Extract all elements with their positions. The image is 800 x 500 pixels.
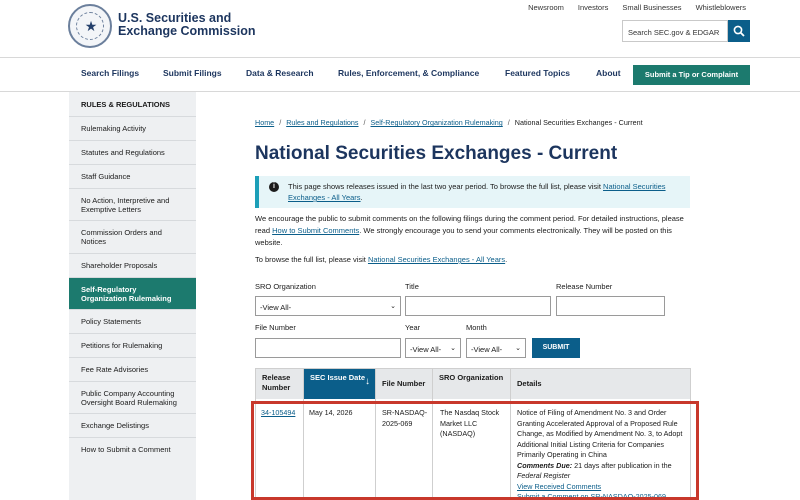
breadcrumb-separator: / bbox=[279, 118, 282, 127]
search-input[interactable]: Search SEC.gov & EDGAR bbox=[622, 20, 728, 42]
sidebar-item-rulemaking-activity[interactable]: Rulemaking Activity bbox=[69, 116, 196, 140]
utility-links: Newsroom Investors Small Businesses Whis… bbox=[528, 3, 746, 12]
sidebar-item-fee-rate-advisories[interactable]: Fee Rate Advisories bbox=[69, 357, 196, 381]
submit-button[interactable]: SUBMIT bbox=[532, 338, 580, 358]
all-years-link[interactable]: National Securities Exchanges - All Year… bbox=[368, 255, 505, 264]
breadcrumb-rules[interactable]: Rules and Regulations bbox=[286, 118, 358, 127]
file-number-input[interactable] bbox=[255, 338, 401, 358]
sidebar-item-statutes[interactable]: Statutes and Regulations bbox=[69, 140, 196, 164]
month-label: Month bbox=[466, 323, 487, 332]
sidebar-item-policy-statements[interactable]: Policy Statements bbox=[69, 309, 196, 333]
browse-end: . bbox=[505, 255, 508, 264]
nav-submit-filings[interactable]: Submit Filings bbox=[163, 68, 222, 78]
sidebar-title: RULES & REGULATIONS bbox=[81, 100, 171, 109]
year-label: Year bbox=[405, 323, 421, 332]
th-release-number[interactable]: Release Number bbox=[256, 369, 304, 399]
sidebar-item-shareholder-proposals[interactable]: Shareholder Proposals bbox=[69, 253, 196, 277]
month-select[interactable]: -View All- ⌄ bbox=[466, 338, 526, 358]
alert-text: This page shows releases issued in the l… bbox=[288, 181, 683, 203]
th-sec-issue-date[interactable]: SEC Issue Date ↓ bbox=[304, 369, 376, 399]
sidebar-item-petitions[interactable]: Petitions for Rulemaking bbox=[69, 333, 196, 357]
alert-message: This page shows releases issued in the l… bbox=[288, 182, 604, 191]
year-select-value: -View All- bbox=[410, 345, 442, 354]
breadcrumb-home[interactable]: Home bbox=[255, 118, 274, 127]
how-to-submit-link[interactable]: How to Submit Comments bbox=[272, 226, 359, 235]
browse-paragraph: To browse the full list, please visit Na… bbox=[255, 255, 690, 264]
breadcrumb-current: National Securities Exchanges - Current bbox=[514, 118, 643, 127]
nav-data-research[interactable]: Data & Research bbox=[246, 68, 314, 78]
search-button[interactable] bbox=[728, 20, 750, 42]
month-select-value: -View All- bbox=[471, 345, 503, 354]
sro-select[interactable]: -View All- ⌄ bbox=[255, 296, 401, 316]
title-label: Title bbox=[405, 282, 419, 291]
alert-end: . bbox=[360, 193, 363, 202]
brand-name[interactable]: U.S. Securities and Exchange Commission bbox=[118, 12, 256, 38]
sidebar-item-sro-rulemaking[interactable]: Self-Regulatory Organization Rulemaking bbox=[69, 277, 196, 309]
sidebar-item-pcaob-rulemaking[interactable]: Public Company Accounting Oversight Boar… bbox=[69, 381, 196, 413]
sidebar-item-staff-guidance[interactable]: Staff Guidance bbox=[69, 164, 196, 188]
utility-link-newsroom[interactable]: Newsroom bbox=[528, 3, 564, 12]
brand-line-2: Exchange Commission bbox=[118, 24, 256, 38]
sidebar-item-commission-orders[interactable]: Commission Orders and Notices bbox=[69, 220, 196, 253]
title-input[interactable] bbox=[405, 296, 551, 316]
utility-link-whistleblowers[interactable]: Whistleblowers bbox=[696, 3, 746, 12]
year-select[interactable]: -View All- ⌄ bbox=[405, 338, 461, 358]
sidebar-item-how-to-comment[interactable]: How to Submit a Comment bbox=[69, 437, 196, 461]
file-number-label: File Number bbox=[255, 323, 296, 332]
site-header: ★ U.S. Securities and Exchange Commissio… bbox=[0, 0, 800, 58]
utility-link-investors[interactable]: Investors bbox=[578, 3, 608, 12]
chevron-down-icon: ⌄ bbox=[390, 303, 396, 310]
release-number-label: Release Number bbox=[556, 282, 613, 291]
info-alert: i This page shows releases issued in the… bbox=[255, 176, 690, 208]
submit-tip-button[interactable]: Submit a Tip or Complaint bbox=[633, 65, 750, 85]
browse-text: To browse the full list, please visit bbox=[255, 255, 368, 264]
sidebar-item-exchange-delistings[interactable]: Exchange Delistings bbox=[69, 413, 196, 437]
breadcrumb-separator: / bbox=[507, 118, 510, 127]
sec-seal-logo[interactable]: ★ bbox=[68, 4, 112, 48]
search-icon bbox=[733, 25, 745, 37]
utility-link-small-businesses[interactable]: Small Businesses bbox=[622, 3, 681, 12]
th-file-number[interactable]: File Number bbox=[376, 369, 433, 399]
breadcrumb-sro[interactable]: Self-Regulatory Organization Rulemaking bbox=[371, 118, 503, 127]
th-details: Details bbox=[511, 369, 690, 399]
info-icon: i bbox=[269, 182, 279, 192]
sro-label: SRO Organization bbox=[255, 282, 316, 291]
nav-about[interactable]: About bbox=[596, 68, 621, 78]
nav-rules-enforcement[interactable]: Rules, Enforcement, & Compliance bbox=[338, 68, 479, 78]
intro-paragraph: We encourage the public to submit commen… bbox=[255, 213, 690, 249]
release-number-input[interactable] bbox=[556, 296, 665, 316]
chevron-down-icon: ⌄ bbox=[515, 345, 521, 352]
breadcrumb: Home / Rules and Regulations / Self-Regu… bbox=[255, 118, 643, 127]
nav-featured-topics[interactable]: Featured Topics bbox=[505, 68, 570, 78]
row-highlight-box bbox=[251, 401, 699, 500]
chevron-down-icon: ⌄ bbox=[450, 345, 456, 352]
sro-select-value: -View All- bbox=[260, 303, 292, 312]
page-title: National Securities Exchanges - Current bbox=[255, 143, 618, 164]
breadcrumb-separator: / bbox=[363, 118, 366, 127]
sort-down-icon: ↓ bbox=[365, 376, 370, 387]
th-sro-organization[interactable]: SRO Organization bbox=[433, 369, 511, 399]
nav-search-filings[interactable]: Search Filings bbox=[81, 68, 139, 78]
sidebar-item-no-action-letters[interactable]: No Action, Interpretive and Exemptive Le… bbox=[69, 188, 196, 220]
th-sec-issue-date-label: SEC Issue Date bbox=[310, 373, 366, 382]
